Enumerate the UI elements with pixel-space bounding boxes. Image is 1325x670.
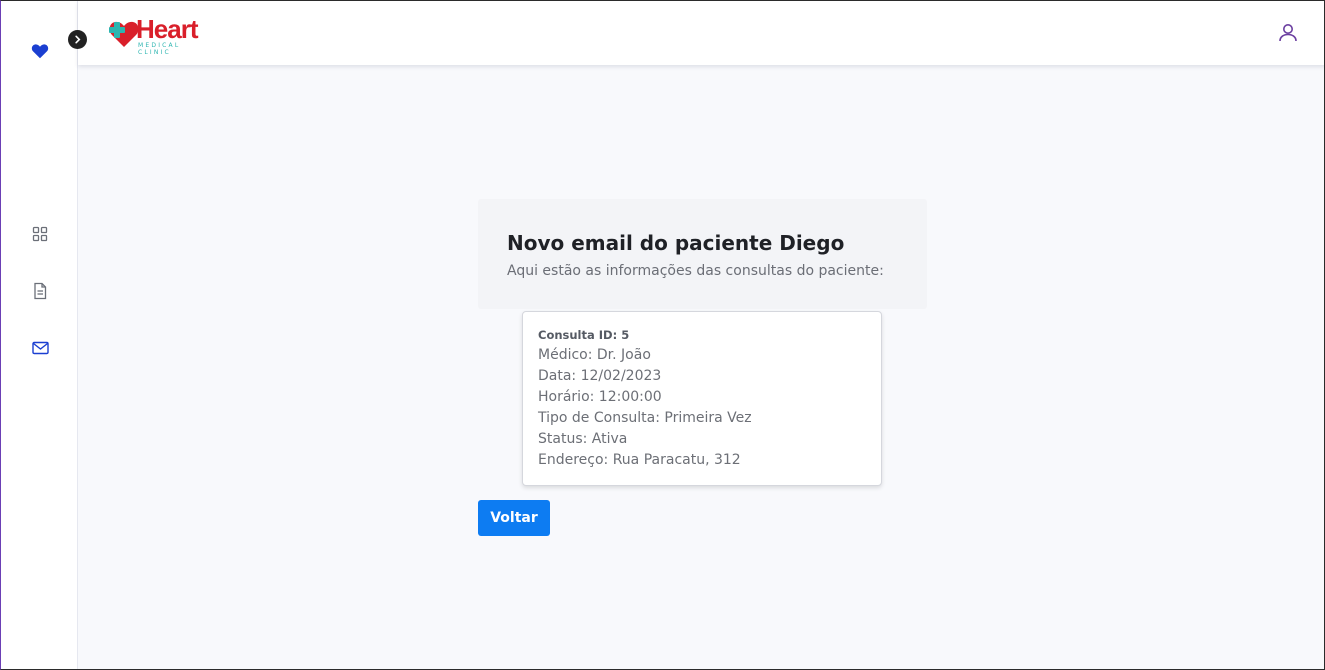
page-subtitle: Aqui estão as informações das consultas … (507, 263, 884, 279)
email-header-card: Novo email do paciente Diego Aqui estão … (478, 199, 927, 309)
consultation-doctor: Médico: Dr. João (538, 347, 651, 363)
logo-wordmark: Heart (136, 14, 198, 44)
consultation-type: Tipo de Consulta: Primeira Vez (538, 410, 752, 426)
top-header: Heart MEDICAL CLINIC (78, 1, 1324, 65)
consultation-time: Horário: 12:00:00 (538, 389, 662, 405)
consultation-address: Endereço: Rua Paracatu, 312 (538, 452, 741, 468)
app-window: Heart MEDICAL CLINIC Novo email do pacie… (0, 0, 1325, 670)
chevron-right-icon (75, 35, 81, 44)
user-icon (1279, 24, 1297, 42)
user-menu-button[interactable] (1276, 21, 1300, 45)
consultation-date: Data: 12/02/2023 (538, 368, 662, 384)
page-title: Novo email do paciente Diego (507, 231, 845, 255)
consultation-status: Status: Ativa (538, 431, 628, 447)
document-icon[interactable] (29, 280, 51, 302)
logo-tagline: MEDICAL CLINIC (138, 42, 181, 56)
back-button[interactable]: Voltar (478, 500, 550, 536)
sidebar-toggle-button[interactable] (68, 30, 87, 49)
consultation-id: Consulta ID: 5 (538, 328, 630, 342)
heart-icon[interactable] (29, 40, 51, 62)
heart-logo[interactable]: Heart MEDICAL CLINIC (106, 14, 216, 56)
sidebar (1, 1, 78, 669)
mail-icon[interactable] (29, 337, 51, 359)
consultation-card: Consulta ID: 5 Médico: Dr. João Data: 12… (522, 311, 882, 486)
grid-icon[interactable] (29, 223, 51, 245)
